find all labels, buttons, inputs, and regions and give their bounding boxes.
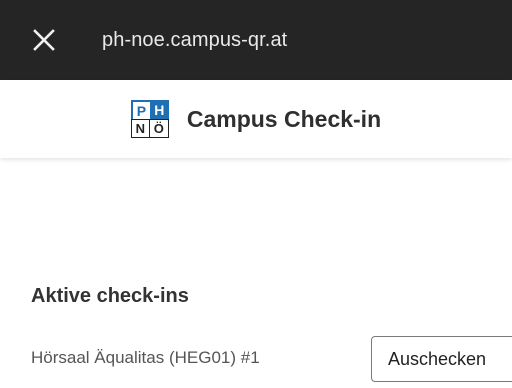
checkin-row: Hörsaal Äqualitas (HEG01) #1 Auschecken <box>31 336 512 388</box>
close-icon <box>33 29 55 51</box>
room-name: Hörsaal Äqualitas (HEG01) #1 <box>31 348 260 367</box>
logo-letter-n: N <box>130 119 150 138</box>
section-title: Aktive check-ins <box>31 285 189 307</box>
logo-letter-p: P <box>130 100 150 119</box>
checkout-button[interactable]: Auschecken <box>371 336 512 382</box>
ph-noe-logo: P H N Ö <box>130 100 169 138</box>
logo-letter-oe: Ö <box>149 119 169 138</box>
url-text[interactable]: ph-noe.campus-qr.at <box>102 29 287 52</box>
screen: ph-noe.campus-qr.at P H N Ö Campus Check… <box>0 0 512 388</box>
close-button[interactable] <box>26 22 62 58</box>
browser-top-bar: ph-noe.campus-qr.at <box>0 0 512 80</box>
logo-letter-h: H <box>149 100 169 119</box>
app-header: P H N Ö Campus Check-in <box>0 80 512 158</box>
app-title: Campus Check-in <box>186 105 382 132</box>
